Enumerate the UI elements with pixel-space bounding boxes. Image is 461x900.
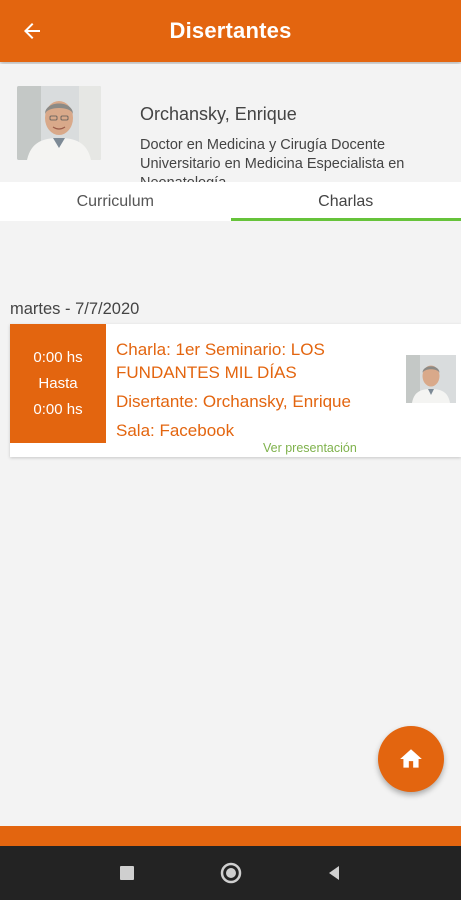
tab-label: Charlas (318, 192, 374, 210)
home-icon (400, 749, 422, 768)
talk-info: Charla: 1er Seminario: LOS FUNDANTES MIL… (116, 338, 396, 442)
home-nav-button[interactable] (219, 861, 243, 885)
speaker-name: Orchansky, Enrique (140, 104, 297, 124)
time-separator: Hasta (38, 374, 78, 392)
tab-bar: Curriculum Charlas (0, 182, 461, 221)
circle-icon (220, 862, 242, 884)
end-time: 0:00 hs (33, 400, 83, 418)
recents-button[interactable] (115, 861, 139, 885)
tab-charlas[interactable]: Charlas (230, 182, 461, 221)
screen: Disertantes Orchansky, Enrique Doctor en… (0, 0, 461, 900)
square-icon (120, 866, 134, 880)
time-block: 0:00 hs Hasta 0:00 hs (10, 324, 106, 443)
start-time: 0:00 hs (33, 348, 83, 366)
back-nav-button[interactable] (322, 861, 346, 885)
speaker-bio: Doctor en Medicina y Cirugía Docente Uni… (140, 137, 405, 182)
speaker-header: Orchansky, Enrique Doctor en Medicina y … (0, 64, 461, 182)
view-presentation-link[interactable]: Ver presentación (263, 441, 357, 455)
talk-title: Charla: 1er Seminario: LOS FUNDANTES MIL… (116, 340, 325, 382)
speaker-photo (17, 86, 101, 160)
system-nav-bar (0, 846, 461, 900)
tab-label: Curriculum (76, 192, 154, 210)
talk-speaker: Disertante: Orchansky, Enrique (116, 392, 351, 411)
bottom-bar (0, 826, 461, 846)
tab-curriculum[interactable]: Curriculum (0, 182, 231, 221)
talk-room: Sala: Facebook (116, 421, 235, 440)
page-title: Disertantes (169, 18, 292, 43)
home-fab-button[interactable] (378, 726, 444, 792)
speaker-thumbnail (406, 355, 456, 403)
date-heading: martes - 7/7/2020 (10, 300, 140, 318)
active-tab-indicator (230, 218, 461, 221)
triangle-back-icon (329, 866, 339, 880)
talk-card[interactable]: 0:00 hs Hasta 0:00 hs Charla: 1er Semina… (10, 324, 461, 457)
app-bar: Disertantes (0, 0, 461, 62)
